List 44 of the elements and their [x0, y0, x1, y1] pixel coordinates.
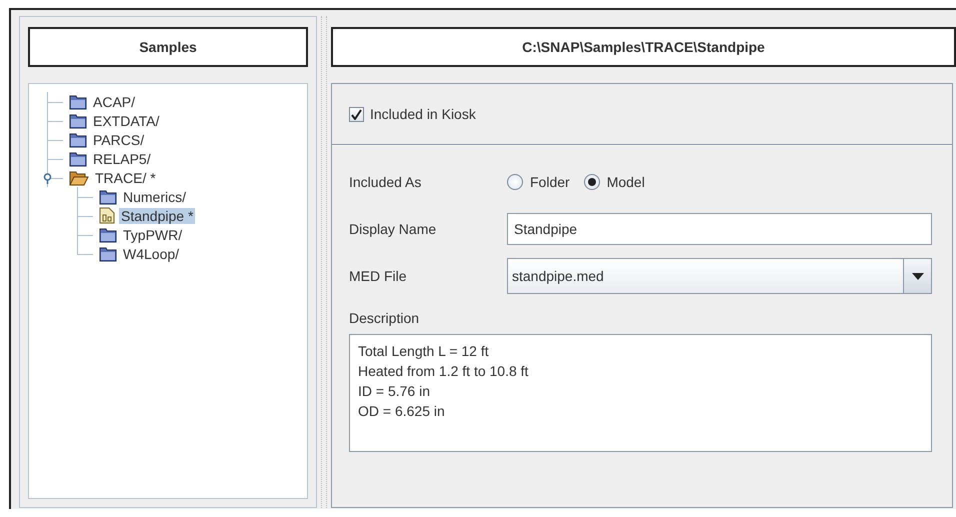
radio-button[interactable]	[507, 174, 523, 190]
med-file-dropdown[interactable]: standpipe.med	[507, 258, 932, 294]
tree-item[interactable]: RELAP5/	[91, 150, 153, 166]
tree-line	[77, 225, 95, 244]
path-title: C:\SNAP\Samples\TRACE\Standpipe	[331, 27, 956, 67]
tree-line	[77, 187, 95, 206]
folder-icon	[69, 94, 87, 110]
document-icon	[99, 207, 115, 224]
folder-icon	[69, 132, 87, 148]
tree-line	[47, 111, 65, 130]
panel-title: Samples	[28, 27, 308, 67]
tree-line	[47, 130, 65, 149]
radio-button[interactable]	[584, 174, 600, 190]
tree-item[interactable]: TRACE/ *	[93, 170, 158, 186]
dropdown-button[interactable]	[903, 259, 931, 293]
field-label: Description	[349, 310, 420, 326]
down-arrow-icon	[912, 272, 924, 280]
checkbox-label: Included in Kiosk	[370, 106, 476, 122]
tree-line	[47, 149, 65, 168]
field-label: Included As	[349, 174, 422, 190]
collapse-handle-icon[interactable]	[43, 173, 52, 184]
radio-label: Folder	[530, 174, 570, 190]
open-folder-icon	[69, 170, 89, 186]
field-label: MED File	[349, 268, 408, 284]
folder-icon	[99, 226, 117, 242]
tree-item[interactable]: PARCS/	[91, 132, 146, 148]
tree-line	[47, 92, 65, 111]
radio-label: Model	[606, 174, 645, 190]
tree-line	[77, 206, 95, 225]
folder-icon	[69, 150, 87, 166]
field-label: Display Name	[349, 221, 438, 237]
tree-item[interactable]: Standpipe *	[119, 208, 196, 224]
folder-icon	[99, 188, 117, 204]
folder-icon	[69, 112, 87, 128]
tree-item[interactable]: TypPWR/	[121, 226, 184, 242]
display-name-field[interactable]: Standpipe	[507, 213, 932, 245]
tree-item[interactable]: Numerics/	[121, 188, 188, 204]
description-field[interactable]: Total Length L = 12 ft Heated from 1.2 ft to 10.8 ft ID = 5.76 in OD = 6.625 in	[349, 334, 932, 452]
checkbox[interactable]	[349, 106, 364, 122]
tree-item[interactable]: W4Loop/	[121, 246, 182, 262]
folder-icon	[99, 246, 117, 262]
checkmark-icon	[351, 108, 362, 120]
tree-item[interactable]: ACAP/	[91, 94, 138, 110]
tree-item[interactable]: EXTDATA/	[91, 112, 162, 128]
